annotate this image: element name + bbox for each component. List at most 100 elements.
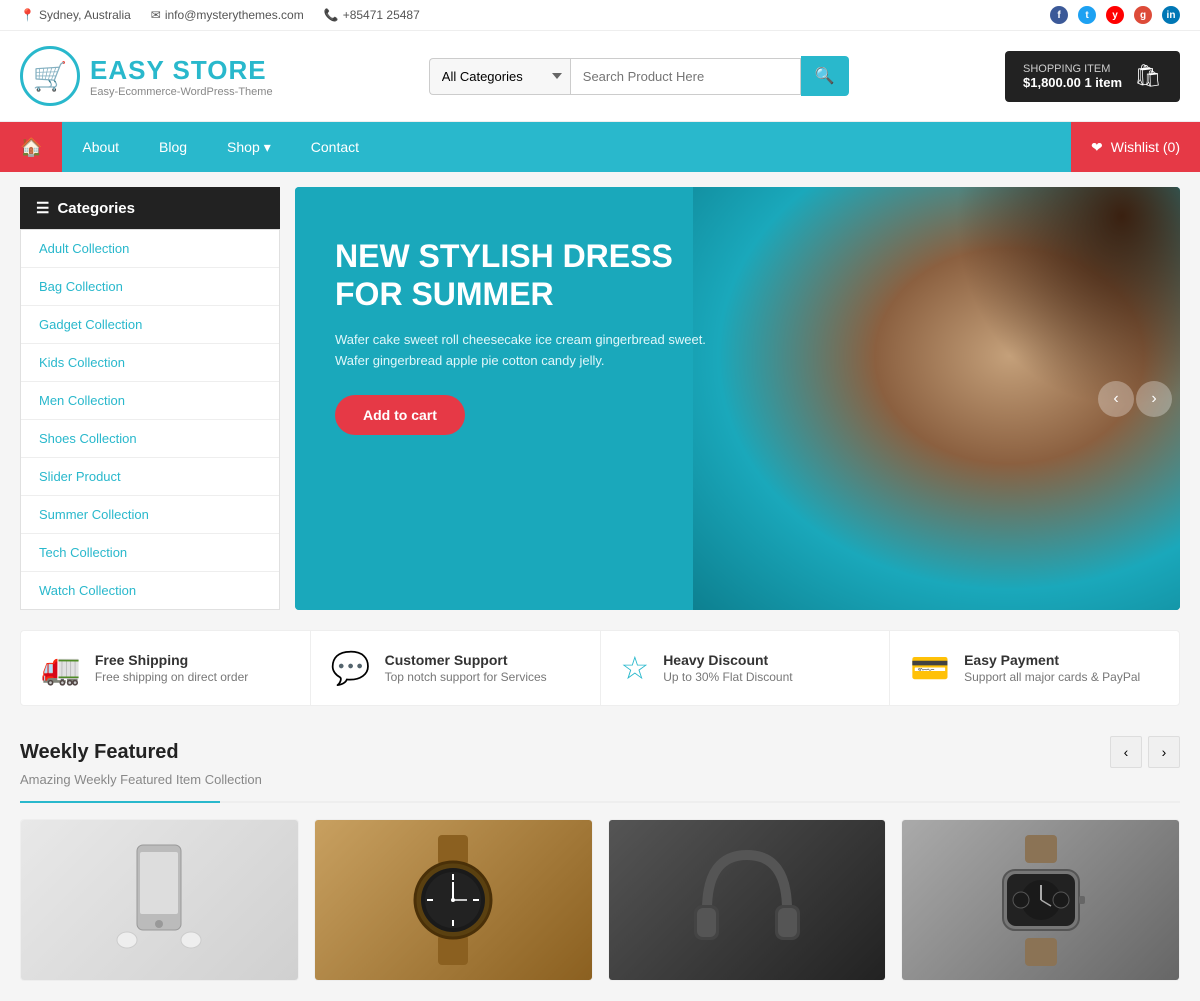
- product-card-headphones[interactable]: [608, 819, 887, 981]
- location-info: 📍 Sydney, Australia: [20, 8, 131, 22]
- nav-contact[interactable]: Contact: [291, 122, 379, 172]
- search-area: All Categories Adult Collection Bag Coll…: [429, 56, 849, 96]
- star-icon: ☆: [621, 649, 650, 687]
- cart-bag-icon: 🛍: [1134, 63, 1162, 89]
- phone-icon: 📞: [324, 8, 339, 22]
- product-image-watch1: [315, 820, 592, 980]
- nav-shop-label: Shop: [227, 139, 260, 155]
- feature-free-shipping: 🚛 Free Shipping Free shipping on direct …: [21, 631, 311, 705]
- nav-shop[interactable]: Shop ▾: [207, 122, 291, 172]
- hero-title-line1: NEW STYLISH DRESS: [335, 238, 673, 274]
- email-text: info@mysterythemes.com: [165, 8, 304, 22]
- slider-prev-button[interactable]: ‹: [1098, 381, 1134, 417]
- header: 🛒 EASY STORE Easy-Ecommerce-WordPress-Th…: [0, 31, 1200, 122]
- feature-shipping-title: Free Shipping: [95, 652, 248, 668]
- hero-content: NEW STYLISH DRESS FOR SUMMER Wafer cake …: [295, 187, 782, 485]
- wishlist-label: Wishlist (0): [1111, 139, 1180, 155]
- hero-description: Wafer cake sweet roll cheesecake ice cre…: [335, 330, 742, 372]
- youtube-icon[interactable]: y: [1106, 6, 1124, 24]
- feature-payment: 💳 Easy Payment Support all major cards &…: [890, 631, 1179, 705]
- wishlist-button[interactable]: ❤ Wishlist (0): [1071, 122, 1200, 172]
- feature-discount-desc: Up to 30% Flat Discount: [663, 670, 792, 684]
- feature-discount-text: Heavy Discount Up to 30% Flat Discount: [663, 652, 792, 684]
- email-info: ✉ info@mysterythemes.com: [151, 8, 304, 22]
- product-card-phone[interactable]: [20, 819, 299, 981]
- sidebar-item-tech[interactable]: Tech Collection: [21, 534, 279, 572]
- logo-icon: 🛒: [20, 46, 80, 106]
- chat-icon: 💬: [331, 649, 371, 687]
- sidebar-item-watch[interactable]: Watch Collection: [21, 572, 279, 609]
- cart-area[interactable]: SHOPPING ITEM $1,800.00 1 item 🛍: [1005, 51, 1180, 102]
- search-button[interactable]: 🔍: [801, 56, 849, 96]
- sidebar-item-bag[interactable]: Bag Collection: [21, 268, 279, 306]
- feature-support-text: Customer Support Top notch support for S…: [385, 652, 547, 684]
- truck-icon: 🚛: [41, 649, 81, 687]
- product-image-watch2: [902, 820, 1179, 980]
- weekly-header: Weekly Featured ‹ ›: [20, 736, 1180, 768]
- weekly-nav-buttons: ‹ ›: [1110, 736, 1180, 768]
- cart-price: $1,800.00: [1023, 75, 1081, 90]
- cart-items: 1 item: [1084, 75, 1122, 90]
- slider-next-button[interactable]: ›: [1136, 381, 1172, 417]
- sidebar-item-slider[interactable]: Slider Product: [21, 458, 279, 496]
- nav-blog[interactable]: Blog: [139, 122, 207, 172]
- facebook-icon[interactable]: f: [1050, 6, 1068, 24]
- cart-text: SHOPPING ITEM $1,800.00 1 item: [1023, 63, 1122, 90]
- hero-title-line2: FOR SUMMER: [335, 276, 554, 312]
- product-card-watch1[interactable]: [314, 819, 593, 981]
- weekly-prev-button[interactable]: ‹: [1110, 736, 1142, 768]
- category-select[interactable]: All Categories Adult Collection Bag Coll…: [429, 58, 570, 95]
- cart-price-items: $1,800.00 1 item: [1023, 75, 1122, 90]
- feature-discount-title: Heavy Discount: [663, 652, 792, 668]
- hero-title: NEW STYLISH DRESS FOR SUMMER: [335, 237, 742, 314]
- phone-info: 📞 +85471 25487: [324, 8, 420, 22]
- search-input[interactable]: [570, 58, 801, 95]
- feature-payment-desc: Support all major cards & PayPal: [964, 670, 1140, 684]
- weekly-featured-section: Weekly Featured ‹ › Amazing Weekly Featu…: [0, 726, 1200, 1001]
- feature-support: 💬 Customer Support Top notch support for…: [311, 631, 601, 705]
- hero-section: NEW STYLISH DRESS FOR SUMMER Wafer cake …: [295, 187, 1180, 610]
- weekly-next-button[interactable]: ›: [1148, 736, 1180, 768]
- sidebar-title: Categories: [57, 200, 135, 217]
- twitter-icon[interactable]: t: [1078, 6, 1096, 24]
- hero-add-to-cart-button[interactable]: Add to cart: [335, 395, 465, 435]
- sidebar-item-shoes[interactable]: Shoes Collection: [21, 420, 279, 458]
- nav-about[interactable]: About: [62, 122, 139, 172]
- phone-text: +85471 25487: [343, 8, 420, 22]
- location-text: Sydney, Australia: [39, 8, 131, 22]
- weekly-title: Weekly Featured: [20, 741, 179, 764]
- features-row: 🚛 Free Shipping Free shipping on direct …: [20, 630, 1180, 706]
- feature-payment-title: Easy Payment: [964, 652, 1140, 668]
- product-card-watch2[interactable]: [901, 819, 1180, 981]
- weekly-subtitle: Amazing Weekly Featured Item Collection: [20, 772, 1180, 787]
- nav-home-button[interactable]: 🏠: [0, 122, 62, 172]
- logo-tagline: Easy-Ecommerce-WordPress-Theme: [90, 86, 273, 98]
- heart-icon: ❤: [1091, 139, 1103, 156]
- logo-text: EASY STORE Easy-Ecommerce-WordPress-Them…: [90, 55, 273, 98]
- phone-svg: [109, 840, 209, 960]
- shop-dropdown-icon: ▾: [264, 139, 271, 156]
- sidebar-items: Adult Collection Bag Collection Gadget C…: [20, 229, 280, 610]
- watch2-svg: [981, 830, 1101, 970]
- headphones-svg: [682, 835, 812, 965]
- sidebar-item-men[interactable]: Men Collection: [21, 382, 279, 420]
- sidebar: ☰ Categories Adult Collection Bag Collec…: [20, 187, 280, 610]
- feature-support-title: Customer Support: [385, 652, 547, 668]
- googleplus-icon[interactable]: g: [1134, 6, 1152, 24]
- feature-shipping-desc: Free shipping on direct order: [95, 670, 248, 684]
- sidebar-item-gadget[interactable]: Gadget Collection: [21, 306, 279, 344]
- products-grid: [20, 819, 1180, 981]
- sidebar-item-kids[interactable]: Kids Collection: [21, 344, 279, 382]
- sidebar-header: ☰ Categories: [20, 187, 280, 229]
- product-image-phone: [21, 820, 298, 980]
- feature-support-desc: Top notch support for Services: [385, 670, 547, 684]
- logo-area: 🛒 EASY STORE Easy-Ecommerce-WordPress-Th…: [20, 46, 273, 106]
- linkedin-icon[interactable]: in: [1162, 6, 1180, 24]
- location-pin-icon: 📍: [20, 8, 35, 22]
- feature-discount: ☆ Heavy Discount Up to 30% Flat Discount: [601, 631, 891, 705]
- main-content: ☰ Categories Adult Collection Bag Collec…: [0, 187, 1200, 610]
- sidebar-item-adult[interactable]: Adult Collection: [21, 230, 279, 268]
- top-bar-left: 📍 Sydney, Australia ✉ info@mysterythemes…: [20, 8, 420, 22]
- sidebar-item-summer[interactable]: Summer Collection: [21, 496, 279, 534]
- cart-label: SHOPPING ITEM: [1023, 63, 1122, 75]
